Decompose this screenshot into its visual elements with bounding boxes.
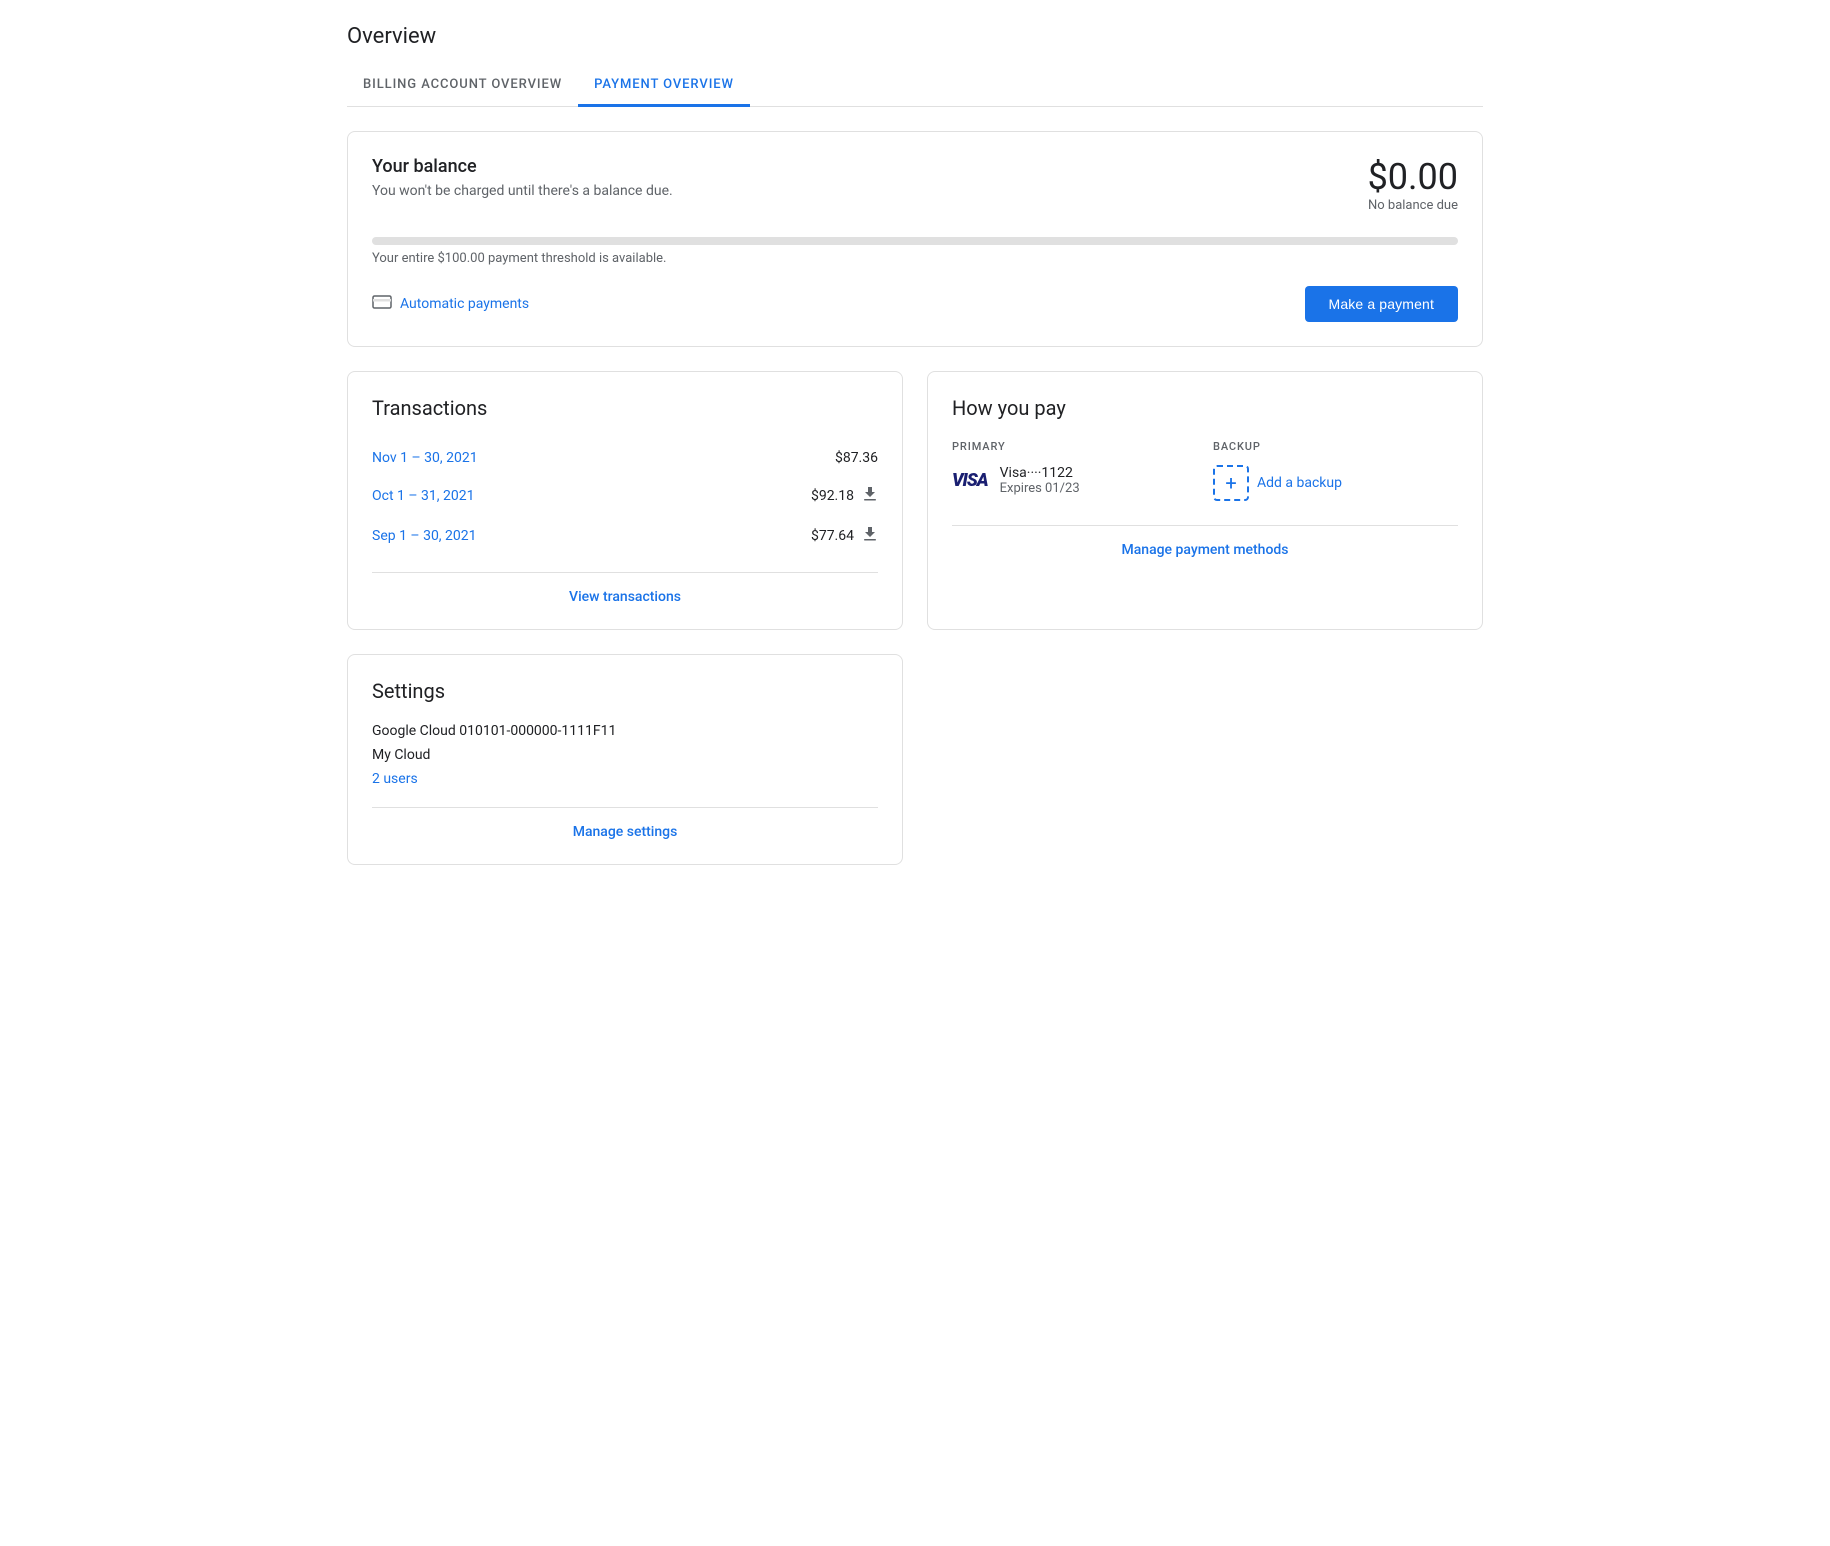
- settings-title: Settings: [372, 679, 878, 703]
- transaction-period-2[interactable]: Oct 1 – 31, 2021: [372, 488, 474, 504]
- auto-payments-label: Automatic payments: [400, 296, 529, 312]
- transaction-amount-1: $87.36: [835, 450, 878, 466]
- balance-amount: $0.00: [1368, 156, 1458, 198]
- balance-title: Your balance: [372, 156, 673, 177]
- tab-payment-overview[interactable]: PAYMENT OVERVIEW: [578, 65, 750, 107]
- tabs-bar: BILLING ACCOUNT OVERVIEW PAYMENT OVERVIE…: [347, 65, 1483, 107]
- table-row: Sep 1 – 30, 2021 $77.64: [372, 516, 878, 556]
- primary-payment-col: PRIMARY VISA Visa····1122 Expires 01/23: [952, 440, 1197, 501]
- account-name: My Cloud: [372, 747, 878, 763]
- how-you-pay-card: How you pay PRIMARY VISA Visa····1122 Ex…: [927, 371, 1483, 630]
- transaction-amount-3: $77.64: [811, 528, 854, 544]
- progress-bar-background: [372, 237, 1458, 245]
- primary-label: PRIMARY: [952, 440, 1197, 453]
- page-title: Overview: [347, 24, 1483, 49]
- balance-card: Your balance You won't be charged until …: [347, 131, 1483, 347]
- download-icon-2[interactable]: [862, 526, 878, 546]
- manage-settings-link[interactable]: Manage settings: [372, 807, 878, 840]
- tab-billing-overview[interactable]: BILLING ACCOUNT OVERVIEW: [347, 65, 578, 107]
- download-icon-1[interactable]: [862, 486, 878, 506]
- card-expires: Expires 01/23: [1000, 481, 1080, 496]
- table-row: Oct 1 – 31, 2021 $92.18: [372, 476, 878, 516]
- card-number: Visa····1122: [1000, 465, 1080, 481]
- make-payment-button[interactable]: Make a payment: [1305, 286, 1458, 322]
- backup-payment-col: BACKUP + Add a backup: [1213, 440, 1458, 501]
- backup-label: BACKUP: [1213, 440, 1458, 453]
- transactions-card: Transactions Nov 1 – 30, 2021 $87.36 Oct…: [347, 371, 903, 630]
- automatic-payments-link[interactable]: Automatic payments: [372, 295, 529, 313]
- visa-logo: VISA: [952, 470, 988, 491]
- transaction-period-3[interactable]: Sep 1 – 30, 2021: [372, 528, 477, 544]
- manage-payment-methods-link[interactable]: Manage payment methods: [952, 525, 1458, 558]
- how-you-pay-title: How you pay: [952, 396, 1458, 420]
- visa-card: VISA Visa····1122 Expires 01/23: [952, 465, 1197, 496]
- transaction-amount-2: $92.18: [811, 488, 854, 504]
- users-link[interactable]: 2 users: [372, 771, 418, 787]
- add-backup-link[interactable]: Add a backup: [1257, 475, 1342, 491]
- settings-card: Settings Google Cloud 010101-000000-1111…: [347, 654, 903, 865]
- account-id: Google Cloud 010101-000000-1111F11: [372, 723, 878, 739]
- transaction-period-1[interactable]: Nov 1 – 30, 2021: [372, 450, 478, 466]
- view-transactions-link[interactable]: View transactions: [372, 572, 878, 605]
- add-backup-button[interactable]: +: [1213, 465, 1249, 501]
- credit-card-icon: [372, 295, 392, 313]
- progress-text: Your entire $100.00 payment threshold is…: [372, 251, 1458, 266]
- add-backup-section: + Add a backup: [1213, 465, 1458, 501]
- transactions-title: Transactions: [372, 396, 878, 420]
- balance-subtitle: You won't be charged until there's a bal…: [372, 183, 673, 199]
- card-details: Visa····1122 Expires 01/23: [1000, 465, 1080, 496]
- balance-status: No balance due: [1368, 198, 1458, 213]
- payment-methods-cols: PRIMARY VISA Visa····1122 Expires 01/23 …: [952, 440, 1458, 501]
- two-col-section: Transactions Nov 1 – 30, 2021 $87.36 Oct…: [347, 371, 1483, 630]
- table-row: Nov 1 – 30, 2021 $87.36: [372, 440, 878, 476]
